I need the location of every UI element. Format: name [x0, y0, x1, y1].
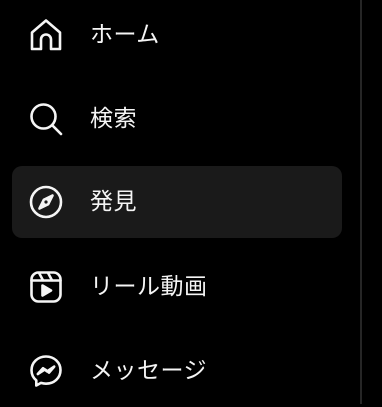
compass-icon	[28, 184, 64, 220]
sidebar-nav: ホーム 検索 発見 リール動画 メッセージ	[0, 0, 360, 404]
sidebar-item-reels[interactable]: リール動画	[12, 251, 342, 323]
sidebar-item-label: リール動画	[90, 274, 208, 300]
sidebar-item-label: 発見	[90, 189, 137, 215]
sidebar-item-label: 検索	[90, 106, 137, 132]
reels-icon	[28, 269, 64, 305]
search-icon	[28, 101, 64, 137]
sidebar-divider	[360, 0, 362, 404]
sidebar-item-label: メッセージ	[90, 358, 208, 384]
sidebar-item-search[interactable]: 検索	[12, 83, 342, 155]
sidebar-item-label: ホーム	[90, 22, 160, 48]
sidebar-item-explore[interactable]: 発見	[12, 166, 342, 238]
home-icon	[28, 17, 64, 53]
sidebar-item-messages[interactable]: メッセージ	[12, 335, 342, 407]
messenger-icon	[28, 353, 64, 389]
sidebar-item-home[interactable]: ホーム	[12, 0, 342, 71]
